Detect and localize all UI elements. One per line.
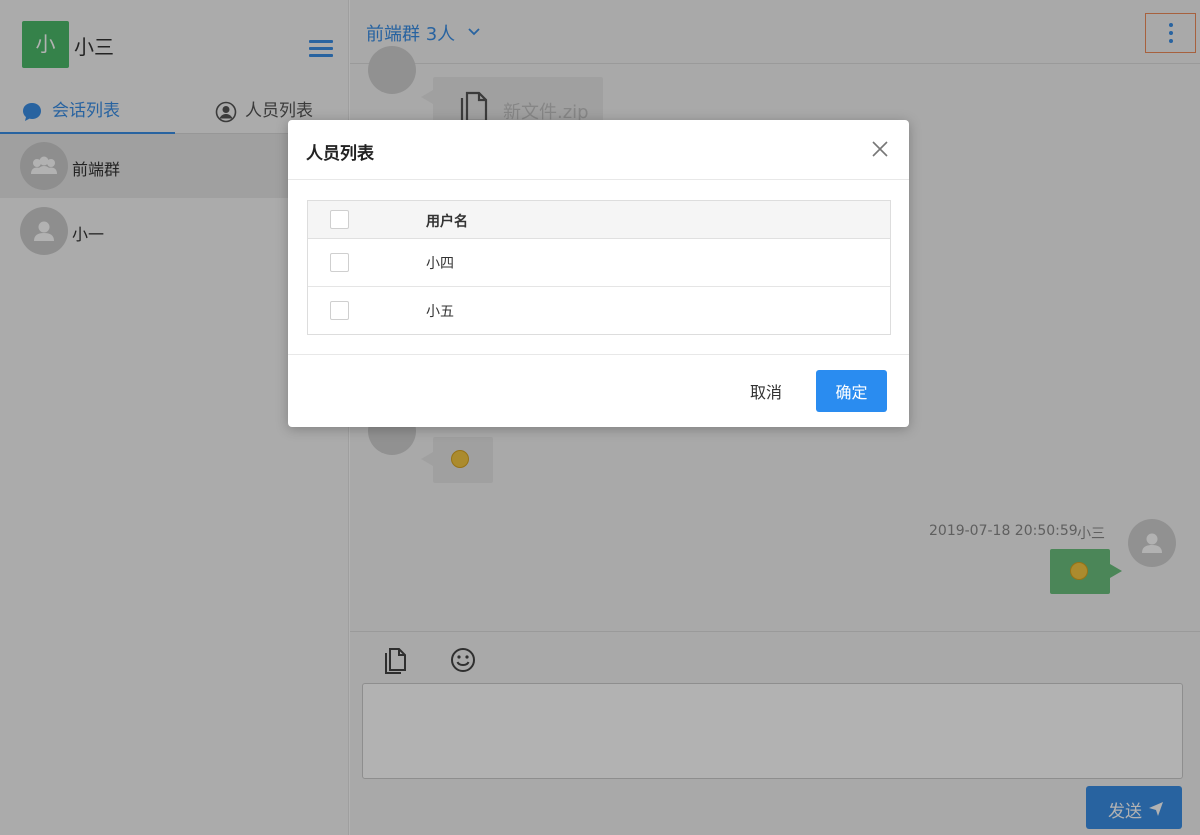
column-header-username: 用户名: [426, 214, 468, 230]
confirm-button[interactable]: 确定: [816, 370, 887, 412]
username-cell: 小五: [426, 304, 454, 320]
modal-title: 人员列表: [306, 144, 374, 164]
row-checkbox[interactable]: [330, 301, 349, 320]
people-table: 用户名 小四 小五: [307, 200, 891, 335]
people-list-modal: 人员列表 用户名 小四 小五 取消 确定: [288, 120, 909, 427]
divider: [288, 354, 909, 355]
row-checkbox[interactable]: [330, 253, 349, 272]
table-header: 用户名: [308, 201, 890, 239]
divider: [288, 179, 909, 180]
table-row[interactable]: 小五: [308, 287, 890, 335]
close-icon[interactable]: [871, 140, 889, 158]
table-row[interactable]: 小四: [308, 239, 890, 287]
username-cell: 小四: [426, 256, 454, 272]
cancel-button[interactable]: 取消: [737, 371, 795, 411]
select-all-checkbox[interactable]: [330, 210, 349, 229]
